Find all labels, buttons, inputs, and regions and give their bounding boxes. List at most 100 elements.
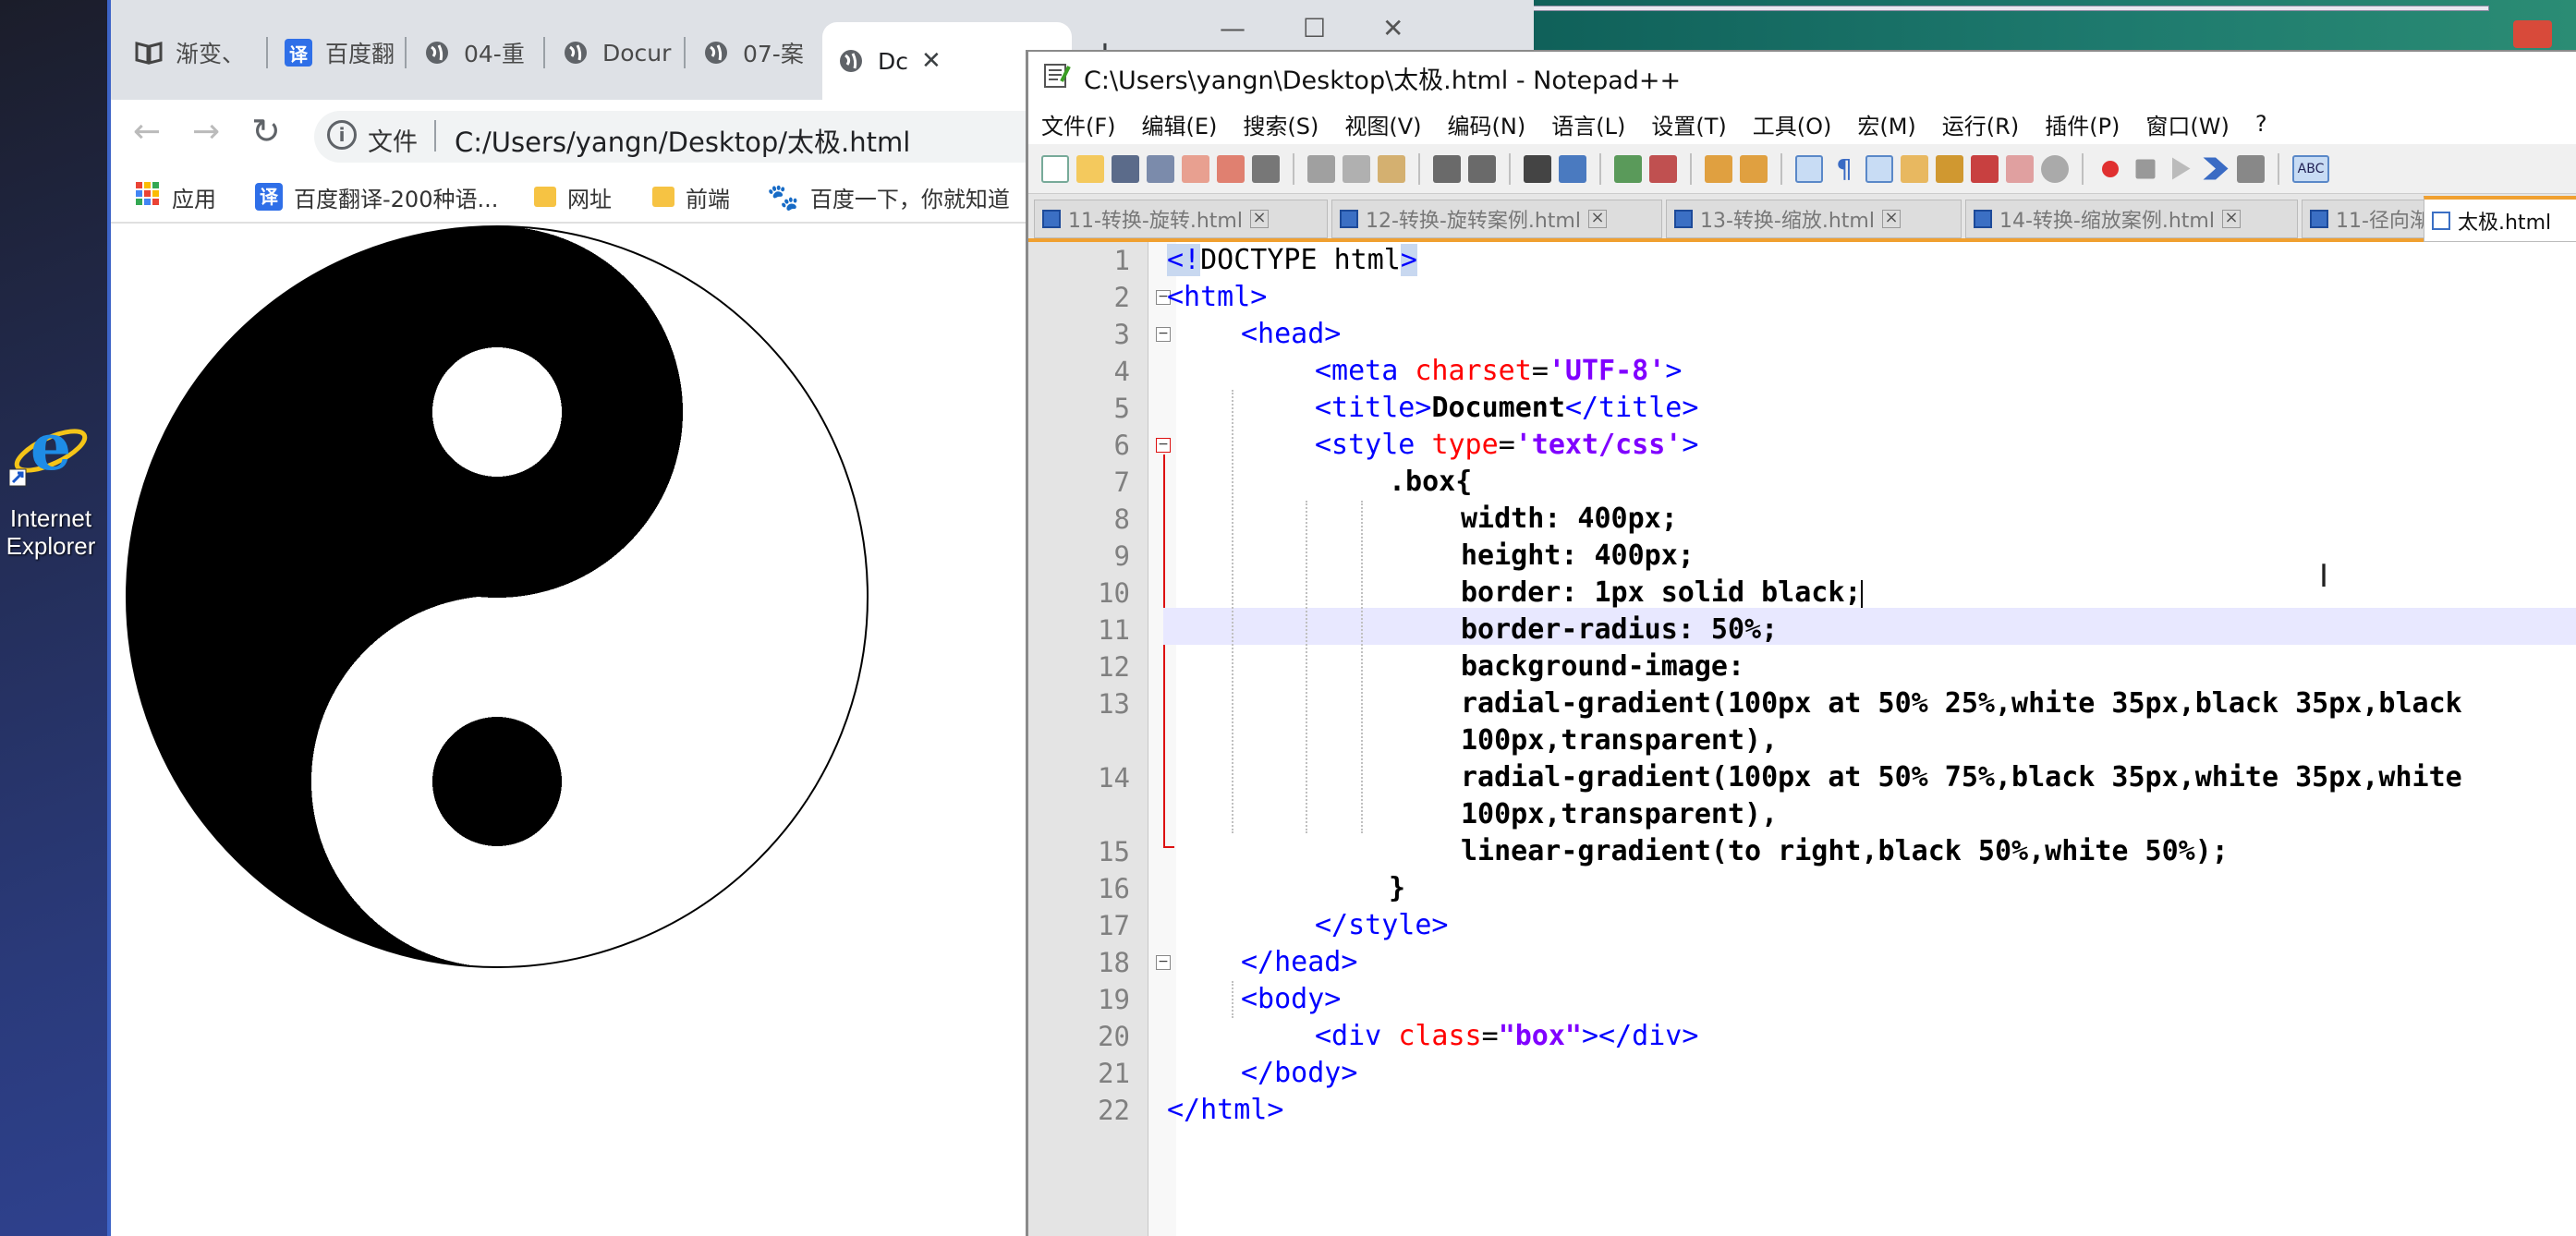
- sync-vertical-icon[interactable]: [1705, 154, 1732, 183]
- code-token: Document: [1431, 392, 1565, 424]
- document-tab[interactable]: 11-转换-旋转.html ×: [1034, 200, 1328, 238]
- folder-workspace-icon[interactable]: [2006, 154, 2034, 183]
- save-macro-icon[interactable]: [2237, 154, 2265, 183]
- find-icon[interactable]: [1524, 154, 1551, 183]
- background-window-bar: [1525, 6, 2489, 11]
- menu-macro[interactable]: 宏(M): [1844, 108, 1928, 140]
- code-line: </html>: [1167, 1094, 1284, 1126]
- browser-tab-label: Docur: [602, 39, 672, 67]
- close-file-icon[interactable]: [1182, 154, 1209, 183]
- fold-toggle-icon[interactable]: −: [1156, 438, 1171, 453]
- close-tab-icon[interactable]: ✕: [921, 47, 942, 75]
- menu-help[interactable]: ?: [2242, 111, 2280, 137]
- run-macro-multiple-icon[interactable]: [2203, 157, 2229, 180]
- code-editor[interactable]: 1 2 3 4 5 6 7 8 9 10 11 12 13 14 15 16 1…: [1028, 242, 2576, 1236]
- bookmark-baidu[interactable]: 🐾 百度一下，你就知道: [767, 179, 1010, 214]
- save-all-icon[interactable]: [1147, 154, 1174, 183]
- background-app-icon[interactable]: [2513, 20, 2552, 48]
- reload-icon[interactable]: ↻: [251, 111, 281, 151]
- zoom-out-icon[interactable]: [1649, 154, 1677, 183]
- document-tab-active[interactable]: 太极.html: [2424, 196, 2576, 242]
- cut-icon[interactable]: [1307, 154, 1335, 183]
- zoom-in-icon[interactable]: [1614, 154, 1642, 183]
- bookmark-folder-frontend[interactable]: 前端: [652, 179, 730, 214]
- line-number: 7: [1113, 467, 1130, 498]
- save-icon[interactable]: [1112, 154, 1139, 183]
- menu-view[interactable]: 视图(V): [1331, 108, 1434, 140]
- browser-close-icon[interactable]: ✕: [1382, 13, 1403, 43]
- forward-arrow-icon[interactable]: →: [192, 113, 220, 151]
- mouse-ibeam-cursor-icon: I: [2319, 558, 2329, 595]
- menu-settings[interactable]: 设置(T): [1638, 108, 1739, 140]
- menu-search[interactable]: 搜索(S): [1230, 108, 1331, 140]
- copy-icon[interactable]: [1343, 154, 1370, 183]
- address-url[interactable]: C:/Users/yangn/Desktop/太极.html: [455, 121, 910, 160]
- menu-edit[interactable]: 编辑(E): [1129, 108, 1231, 140]
- fold-toggle-icon[interactable]: −: [1156, 955, 1171, 970]
- saved-file-icon: [2432, 211, 2450, 230]
- info-icon[interactable]: i: [327, 120, 357, 150]
- indent-guide-icon[interactable]: [1865, 154, 1893, 183]
- user-language-icon[interactable]: [1901, 154, 1928, 183]
- browser-tab[interactable]: 04-重: [408, 22, 540, 83]
- document-tab[interactable]: 12-转换-旋转案例.html ×: [1331, 200, 1662, 238]
- code-line: }: [1389, 872, 1406, 904]
- play-macro-icon[interactable]: [2172, 157, 2191, 180]
- word-wrap-icon[interactable]: [1795, 154, 1823, 183]
- doc-map-icon[interactable]: [1936, 154, 1963, 183]
- browser-minimize-icon[interactable]: —: [1220, 13, 1245, 43]
- menu-plugins[interactable]: 插件(P): [2032, 108, 2132, 140]
- bookmark-label: 前端: [686, 186, 730, 212]
- function-list-icon[interactable]: [1971, 154, 1999, 183]
- sync-horizontal-icon[interactable]: [1740, 154, 1768, 183]
- bookmark-apps[interactable]: 应用: [135, 179, 216, 214]
- line-number: 3: [1113, 319, 1130, 350]
- code-token: =: [1498, 429, 1515, 461]
- internet-explorer-label[interactable]: Internet Explorer: [0, 504, 102, 560]
- line-number: 17: [1098, 910, 1130, 941]
- browser-tab[interactable]: 渐变、: [120, 22, 249, 83]
- browser-tab[interactable]: 07-案: [687, 22, 822, 83]
- redo-icon[interactable]: [1468, 154, 1496, 183]
- notepadpp-title-bar[interactable]: C:\Users\yangn\Desktop\太极.html - Notepad…: [1028, 52, 2576, 103]
- print-icon[interactable]: [1252, 154, 1280, 183]
- internet-explorer-icon[interactable]: e: [8, 408, 92, 488]
- undo-icon[interactable]: [1433, 154, 1461, 183]
- close-all-icon[interactable]: [1217, 154, 1245, 183]
- code-line: </style>: [1315, 909, 1449, 941]
- close-tab-icon[interactable]: ×: [1881, 210, 1901, 228]
- browser-tab[interactable]: Docur: [547, 22, 682, 83]
- close-tab-icon[interactable]: ×: [2221, 210, 2241, 228]
- stop-macro-icon[interactable]: [2135, 159, 2156, 178]
- back-arrow-icon[interactable]: ←: [133, 113, 161, 151]
- saved-file-icon: [1974, 210, 1992, 228]
- menu-run[interactable]: 运行(R): [1929, 108, 2032, 140]
- browser-maximize-icon[interactable]: ☐: [1303, 13, 1326, 43]
- menu-tools[interactable]: 工具(O): [1740, 108, 1845, 140]
- replace-icon[interactable]: [1559, 154, 1586, 183]
- new-file-icon[interactable]: [1041, 154, 1069, 183]
- show-all-chars-icon[interactable]: ¶: [1830, 154, 1858, 183]
- document-tab[interactable]: 13-转换-缩放.html ×: [1666, 200, 1962, 238]
- close-tab-icon[interactable]: ×: [1587, 210, 1607, 228]
- menu-language[interactable]: 语言(L): [1538, 108, 1638, 140]
- code-token: class: [1398, 1020, 1482, 1052]
- open-file-icon[interactable]: [1076, 154, 1104, 183]
- fold-range-end: [1163, 846, 1174, 848]
- menu-encoding[interactable]: 编码(N): [1435, 108, 1539, 140]
- menu-file[interactable]: 文件(F): [1028, 108, 1129, 140]
- fold-toggle-icon[interactable]: −: [1156, 327, 1171, 342]
- browser-tab-label: 07-案: [743, 41, 804, 67]
- monitor-icon[interactable]: [2041, 154, 2069, 183]
- globe-icon: [423, 39, 451, 67]
- bookmark-baidu-translate[interactable]: 译 百度翻译-200种语...: [255, 179, 498, 214]
- close-tab-icon[interactable]: ×: [1249, 210, 1269, 228]
- browser-tab[interactable]: 译 百度翻: [270, 22, 401, 83]
- document-tab[interactable]: 14-转换-缩放案例.html ×: [1965, 200, 2298, 238]
- paste-icon[interactable]: [1378, 154, 1405, 183]
- record-macro-icon[interactable]: [2102, 160, 2119, 177]
- spell-check-icon[interactable]: ABC: [2292, 154, 2329, 183]
- menu-window[interactable]: 窗口(W): [2132, 108, 2242, 140]
- code-token: </title>: [1564, 392, 1699, 424]
- bookmark-folder-urls[interactable]: 网址: [534, 179, 612, 214]
